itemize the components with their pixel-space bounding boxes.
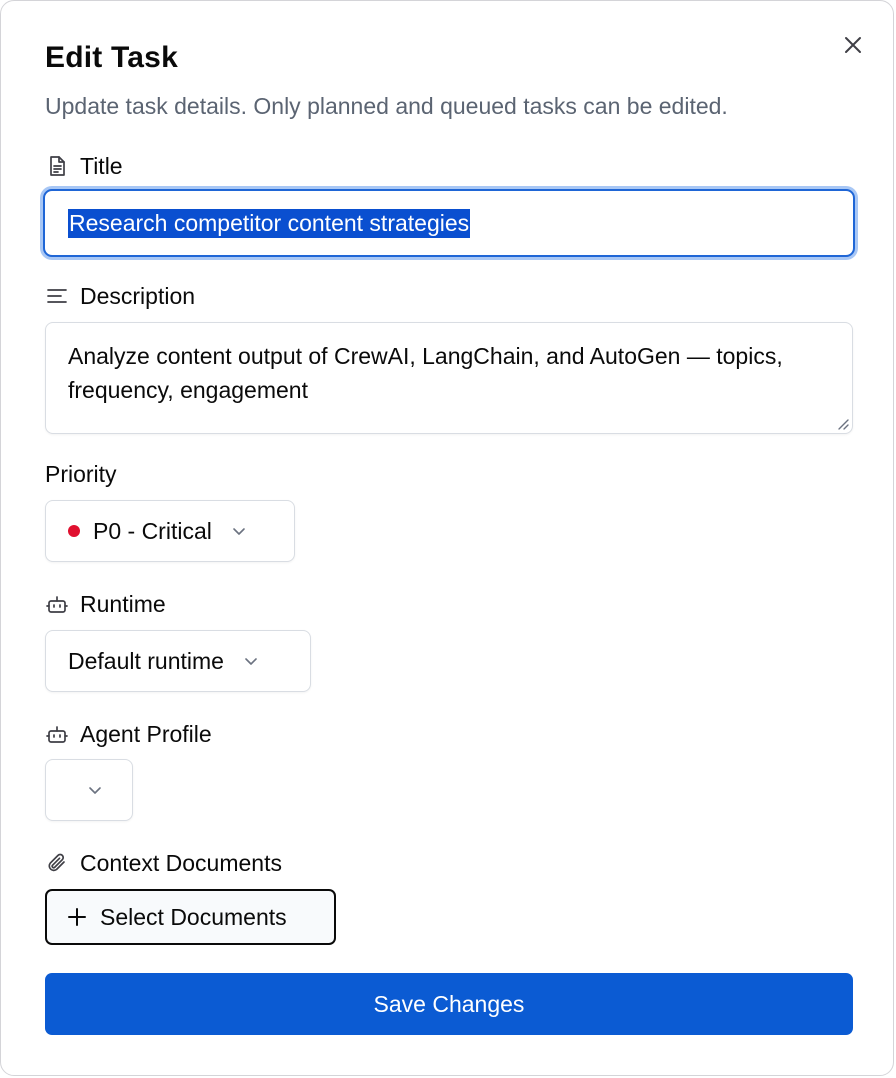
save-changes-button[interactable]: Save Changes — [45, 973, 853, 1035]
title-input[interactable]: Research competitor content strategies — [43, 189, 855, 257]
title-input-value: Research competitor content strategies — [68, 208, 471, 238]
select-documents-button[interactable]: Select Documents — [45, 889, 336, 945]
agent-profile-select[interactable] — [45, 759, 133, 821]
runtime-label: Runtime — [45, 589, 166, 619]
save-changes-label: Save Changes — [373, 990, 525, 1017]
close-icon — [845, 37, 861, 53]
description-textarea[interactable]: Analyze content output of CrewAI, LangCh… — [45, 322, 853, 434]
bot-icon — [45, 722, 69, 746]
plus-icon — [67, 907, 87, 927]
priority-value: P0 - Critical — [93, 517, 212, 544]
dialog-title: Edit Task — [45, 41, 178, 74]
runtime-select[interactable]: Default runtime — [45, 630, 311, 692]
chevron-down-icon — [86, 781, 104, 799]
bot-icon — [45, 592, 69, 616]
resize-handle-icon[interactable] — [835, 416, 849, 430]
file-text-icon — [45, 154, 69, 178]
priority-dot — [68, 525, 80, 537]
align-left-icon — [45, 284, 69, 308]
priority-label: Priority — [45, 460, 117, 487]
paperclip-icon — [45, 851, 69, 875]
context-documents-label: Context Documents — [45, 848, 282, 878]
chevron-down-icon — [242, 652, 260, 670]
select-documents-label: Select Documents — [100, 903, 287, 930]
close-button[interactable] — [839, 31, 867, 59]
priority-select[interactable]: P0 - Critical — [45, 500, 295, 562]
dialog-subtitle: Update task details. Only planned and qu… — [45, 93, 728, 119]
runtime-value: Default runtime — [68, 647, 224, 674]
edit-task-dialog: Edit Task Update task details. Only plan… — [0, 0, 894, 1076]
title-label: Title — [45, 151, 123, 181]
description-value: Analyze content output of CrewAI, LangCh… — [68, 343, 783, 403]
chevron-down-icon — [230, 522, 248, 540]
description-label: Description — [45, 281, 195, 311]
agent-profile-label: Agent Profile — [45, 719, 212, 749]
